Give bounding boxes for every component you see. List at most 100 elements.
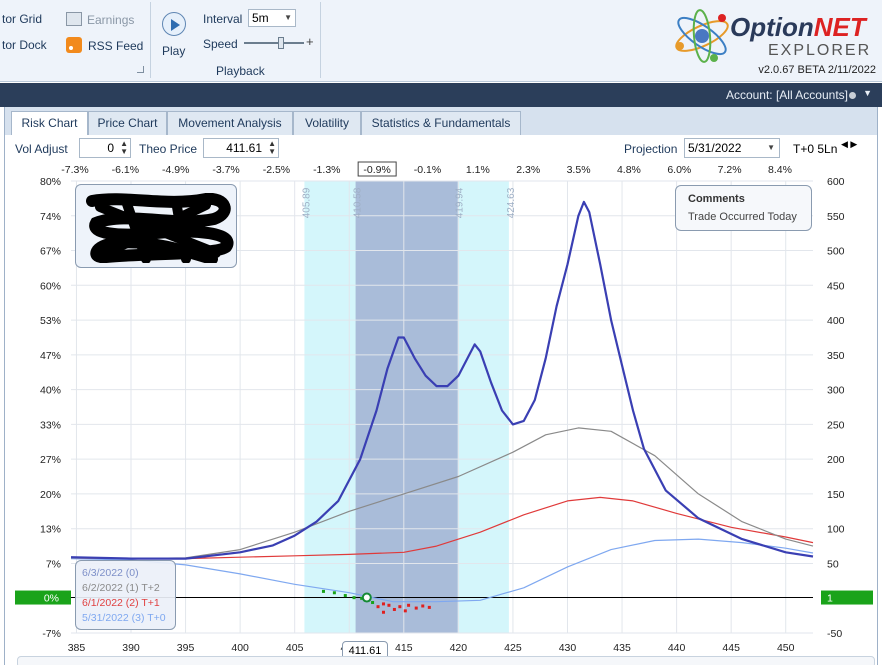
y-tick-label-right: 350	[827, 350, 845, 362]
monitor-grid-button[interactable]: tor Grid	[2, 12, 42, 26]
play-button[interactable]	[162, 12, 186, 36]
rss-feed-button[interactable]: RSS Feed	[66, 37, 143, 53]
spinner-arrows-icon[interactable]: ▲ ▼	[268, 140, 276, 156]
slider-thumb[interactable]	[278, 37, 284, 49]
trade-dot	[321, 589, 325, 593]
chevron-down-icon[interactable]: ▼	[863, 88, 872, 98]
vol-adjust-stepper[interactable]: 0 ▲ ▼	[79, 138, 131, 158]
tab-volatility[interactable]: Volatility	[293, 111, 361, 135]
x-tick-label: 385	[68, 642, 86, 654]
monitor-dock-button[interactable]: tor Dock	[2, 38, 47, 52]
x-top-tick-label: -0.1%	[414, 164, 441, 176]
zero-label-left: 0%	[44, 593, 59, 605]
x-tick-label: 430	[559, 642, 577, 654]
calendar-icon	[66, 12, 82, 26]
x-tick-label: 445	[722, 642, 740, 654]
ribbon-divider	[150, 2, 151, 78]
theo-price-stepper[interactable]: 411.61 ▲ ▼	[203, 138, 279, 158]
x-tick-label: 415	[395, 642, 413, 654]
y-tick-label-left: -7%	[42, 628, 61, 640]
x-tick-label: 425	[504, 642, 522, 654]
trade-dot	[343, 594, 347, 598]
vol-adjust-value: 0	[107, 141, 114, 155]
version-label: v2.0.67 BETA 2/11/2022	[758, 64, 876, 76]
x-top-tick-label: -3.7%	[212, 164, 239, 176]
x-top-tick-label: 2.3%	[516, 164, 540, 176]
y-tick-label-left: 7%	[46, 558, 61, 570]
x-top-tick-label: 3.5%	[567, 164, 591, 176]
play-label: Play	[162, 44, 186, 58]
trade-dot	[421, 604, 425, 608]
y-tick-label-left: 74%	[40, 211, 61, 223]
x-top-tick-label: -6.1%	[112, 164, 139, 176]
interval-value: 5m	[252, 11, 269, 25]
chevron-down-icon: ▼	[767, 143, 775, 152]
x-top-tick-label: 8.4%	[768, 164, 792, 176]
zero-label-right: 1	[827, 593, 833, 605]
legend-item: 6/3/2022 (0)	[82, 567, 139, 579]
trade-dot	[392, 607, 396, 611]
redacted-scribble	[86, 193, 234, 263]
monitor-dock-label: tor Dock	[2, 38, 47, 52]
risk-chart-panel: 405.89 410.58 419.94 424.63 80% 74% 67% 60% 53% 4…	[4, 161, 878, 665]
x-top-tick-label: 1.1%	[466, 164, 490, 176]
vol-adjust-label: Vol Adjust	[15, 142, 68, 156]
std-dev-label: 419.94	[455, 187, 466, 218]
trade-dot	[352, 596, 356, 600]
theo-price-label: Theo Price	[139, 142, 198, 156]
group-launcher-icon[interactable]	[137, 66, 144, 73]
account-selector[interactable]: Account: [All Accounts]	[726, 88, 848, 102]
lines-label: 5Ln	[817, 142, 838, 156]
tab-risk-chart[interactable]: Risk Chart	[11, 111, 88, 136]
trade-dot	[332, 591, 336, 595]
x-tick-label: 395	[177, 642, 195, 654]
legend-item: 5/31/2022 (3) T+0	[82, 612, 166, 624]
y-tick-label-left: 80%	[40, 176, 61, 188]
comments-title: Comments	[688, 193, 745, 205]
trade-dot	[403, 609, 407, 613]
comments-box: Comments Trade Occurred Today	[675, 185, 812, 231]
projection-label: Projection	[624, 142, 678, 156]
ribbon-divider	[320, 2, 321, 78]
tplus-value: T+0	[793, 142, 815, 156]
tab-price-chart[interactable]: Price Chart	[88, 111, 167, 135]
x-tick-label: 420	[450, 642, 468, 654]
std-dev-label: 405.89	[301, 187, 312, 218]
y-tick-label-left: 20%	[40, 489, 61, 501]
speed-label: Speed	[203, 37, 238, 51]
y-tick-label-right: 250	[827, 419, 845, 431]
rss-feed-label: RSS Feed	[88, 39, 144, 53]
legend-item: 6/2/2022 (1) T+2	[82, 582, 160, 594]
x-tick-label: 390	[122, 642, 140, 654]
trade-dot	[376, 605, 380, 609]
x-top-tick-label: -0.9%	[363, 164, 390, 176]
legend: 6/3/2022 (0) 6/2/2022 (1) T+2 6/1/2022 (…	[75, 560, 176, 630]
y-tick-label-left: 27%	[40, 454, 61, 466]
ribbon: tor Grid Earnings tor Dock RSS Feed Play…	[0, 0, 882, 82]
y-tick-label-right: -50	[827, 628, 842, 640]
trade-dot	[398, 605, 402, 609]
tab-statistics-fundamentals[interactable]: Statistics & Fundamentals	[361, 111, 521, 135]
y-tick-label-left: 67%	[40, 246, 61, 258]
y-tick-label-right: 400	[827, 315, 845, 327]
x-top-tick-label: -2.5%	[263, 164, 290, 176]
projection-date-picker[interactable]: 5/31/2022 ▼	[684, 138, 780, 158]
interval-label: Interval	[203, 12, 243, 26]
x-tick-label: 450	[777, 642, 795, 654]
trade-dot	[414, 606, 418, 610]
speed-slider[interactable]: +	[244, 34, 316, 50]
status-dot-icon	[849, 92, 856, 99]
trade-dot	[381, 610, 385, 614]
earnings-button[interactable]: Earnings	[66, 12, 134, 27]
trade-dot	[381, 602, 385, 606]
projection-nav-arrows[interactable]: ◀ ▶	[841, 139, 857, 150]
account-bar: Account: [All Accounts] ▼	[0, 83, 882, 107]
interval-select[interactable]: 5m ▼	[248, 9, 296, 27]
spinner-arrows-icon[interactable]: ▲ ▼	[120, 140, 128, 156]
rss-icon	[66, 37, 82, 53]
std-dev-label: 410.58	[353, 187, 364, 218]
trade-dot	[407, 603, 411, 607]
plus-icon[interactable]: +	[306, 34, 314, 49]
monitor-grid-label: tor Grid	[2, 12, 43, 26]
tab-movement-analysis[interactable]: Movement Analysis	[167, 111, 293, 135]
